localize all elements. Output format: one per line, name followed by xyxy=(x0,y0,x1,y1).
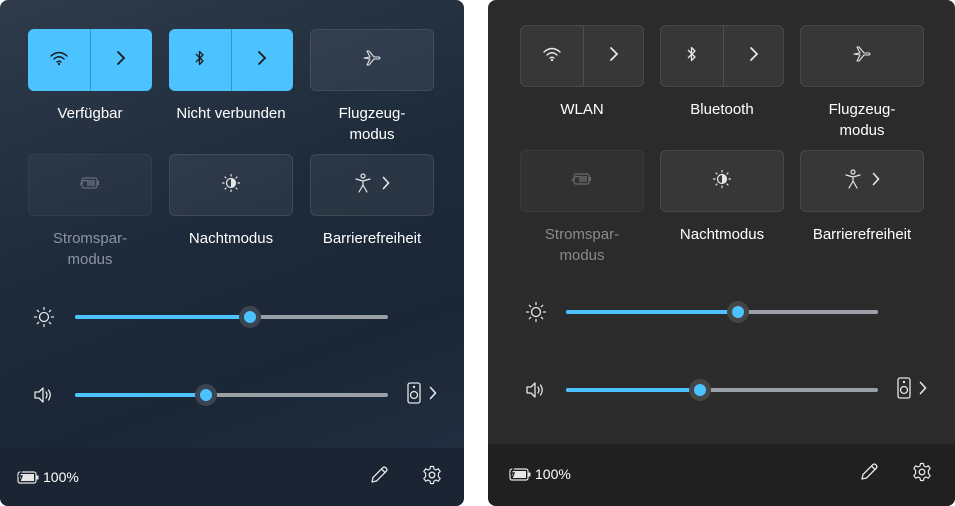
night-light-tile[interactable] xyxy=(660,150,784,212)
audio-device-icon xyxy=(897,376,911,404)
bluetooth-expand-button[interactable] xyxy=(723,26,785,86)
chevron-right-icon xyxy=(749,46,759,67)
volume-slider-thumb[interactable] xyxy=(195,384,218,406)
wifi-tile[interactable] xyxy=(28,29,152,91)
battery-icon[interactable] xyxy=(508,465,532,483)
chevron-right-icon xyxy=(429,386,437,405)
accessibility-icon xyxy=(354,172,372,198)
airplane-mode-label: Flugzeug- modus xyxy=(828,101,896,139)
accessibility-label: Barrierefreiheit xyxy=(322,230,422,247)
chevron-right-icon xyxy=(872,172,880,191)
bluetooth-toggle-button[interactable] xyxy=(169,29,231,91)
airplane-icon xyxy=(362,49,382,72)
bluetooth-toggle-button[interactable] xyxy=(661,26,723,86)
airplane-icon xyxy=(852,45,872,68)
settings-button[interactable] xyxy=(420,465,444,489)
pencil-icon xyxy=(859,462,879,487)
battery-icon[interactable] xyxy=(16,468,40,486)
accessibility-tile[interactable] xyxy=(800,150,924,212)
volume-slider-row xyxy=(0,380,464,410)
volume-slider-thumb[interactable] xyxy=(689,379,712,401)
edit-button[interactable] xyxy=(367,465,391,489)
quick-settings-panel-transparent: Verfügbar Nicht verbunden Flugzeug- modu… xyxy=(0,0,464,506)
battery-saver-label: Stromspar- modus xyxy=(544,226,620,264)
brightness-icon xyxy=(524,300,548,324)
brightness-slider-row xyxy=(0,302,464,332)
battery-percent: 100% xyxy=(43,469,79,485)
bluetooth-icon xyxy=(194,49,206,72)
airplane-mode-tile[interactable] xyxy=(310,29,434,91)
chevron-right-icon xyxy=(116,50,126,71)
brightness-slider-thumb[interactable] xyxy=(726,301,749,323)
settings-button[interactable] xyxy=(910,462,934,486)
speaker-icon[interactable] xyxy=(523,378,547,402)
night-light-label: Nachtmodus xyxy=(188,230,274,247)
wifi-tile[interactable] xyxy=(520,25,644,87)
accessibility-tile[interactable] xyxy=(310,154,434,216)
battery-saver-tile xyxy=(28,154,152,216)
quick-settings-footer: 100% xyxy=(0,448,464,506)
wifi-expand-button[interactable] xyxy=(90,29,152,91)
wifi-label: WLAN xyxy=(560,101,604,118)
night-light-label: Nachtmodus xyxy=(679,226,765,243)
volume-slider-row xyxy=(488,375,955,405)
chevron-right-icon xyxy=(257,50,267,71)
bluetooth-expand-button[interactable] xyxy=(231,29,293,91)
night-light-icon xyxy=(712,169,732,194)
brightness-slider-fill xyxy=(566,310,738,314)
wifi-label: Verfügbar xyxy=(57,105,123,122)
accessibility-label: Barrierefreiheit xyxy=(812,226,912,243)
bluetooth-icon xyxy=(686,45,698,68)
night-light-tile[interactable] xyxy=(169,154,293,216)
chevron-right-icon xyxy=(609,46,619,67)
audio-output-button[interactable] xyxy=(402,381,442,409)
battery-percent: 100% xyxy=(535,466,571,482)
edit-button[interactable] xyxy=(857,462,881,486)
battery-saver-icon xyxy=(79,176,101,195)
accessibility-icon xyxy=(844,168,862,194)
bluetooth-label: Bluetooth xyxy=(690,101,754,118)
brightness-icon xyxy=(32,305,56,329)
quick-settings-panel-solid: WLAN Bluetooth Flugzeug- modus Stromspar… xyxy=(488,0,955,506)
brightness-slider-fill xyxy=(75,315,251,319)
bluetooth-tile[interactable] xyxy=(169,29,293,91)
audio-output-button[interactable] xyxy=(892,376,932,404)
airplane-mode-tile[interactable] xyxy=(800,25,924,87)
pencil-icon xyxy=(369,465,389,490)
gear-icon xyxy=(422,465,442,490)
battery-saver-label: Stromspar- modus xyxy=(52,230,128,268)
volume-slider-fill xyxy=(566,388,701,392)
chevron-right-icon xyxy=(919,381,927,400)
audio-device-icon xyxy=(407,381,421,409)
volume-slider-fill xyxy=(75,393,207,397)
chevron-right-icon xyxy=(382,176,390,195)
brightness-slider-row xyxy=(488,297,955,327)
battery-saver-icon xyxy=(571,172,593,191)
airplane-mode-label: Flugzeug- modus xyxy=(338,105,406,143)
wifi-toggle-button[interactable] xyxy=(521,26,583,86)
gear-icon xyxy=(912,462,932,487)
bluetooth-tile[interactable] xyxy=(660,25,784,87)
wifi-icon xyxy=(542,46,562,67)
bluetooth-label: Nicht verbunden xyxy=(176,105,286,122)
quick-settings-footer: 100% xyxy=(488,444,955,506)
night-light-icon xyxy=(221,173,241,198)
battery-saver-tile xyxy=(520,150,644,212)
brightness-slider-thumb[interactable] xyxy=(239,306,262,328)
speaker-icon[interactable] xyxy=(31,383,55,407)
wifi-toggle-button[interactable] xyxy=(28,29,90,91)
wifi-expand-button[interactable] xyxy=(583,26,645,86)
wifi-icon xyxy=(49,50,69,71)
